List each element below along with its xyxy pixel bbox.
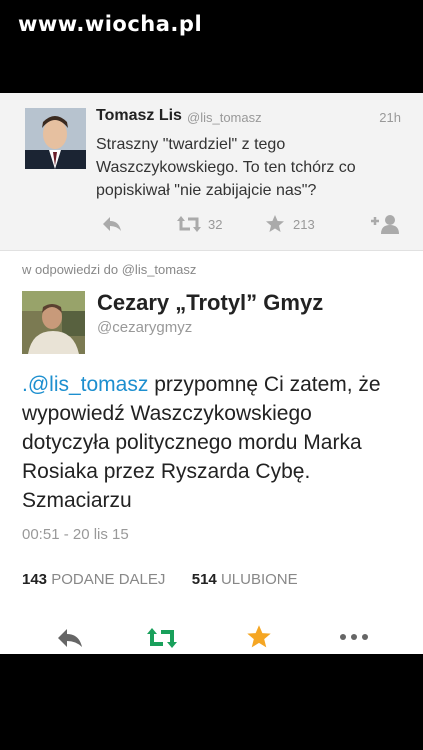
tweet-timestamp: 00:51 - 20 lis 15 xyxy=(22,526,129,543)
reply-button[interactable] xyxy=(56,627,84,649)
tweet-actions: 32 213 xyxy=(0,211,423,241)
reply-icon xyxy=(103,217,121,231)
reply-button[interactable] xyxy=(101,215,123,233)
avatar[interactable] xyxy=(22,291,85,354)
tweet-card: Tomasz Lis @lis_tomasz 21h Straszny "twa… xyxy=(0,93,423,654)
tweet-actions xyxy=(0,621,423,653)
tweet-text-line: .@lis_tomasz przypomnę Ci zatem, że xyxy=(22,370,412,399)
avatar[interactable] xyxy=(25,108,86,169)
tweet-text: Straszny "twardziel" z tego Waszczykowsk… xyxy=(96,133,406,202)
more-icon xyxy=(340,634,368,640)
reply-icon xyxy=(58,629,82,647)
tweet-stats: 143 PODANE DALEJ 514 ULUBIONE xyxy=(22,571,298,588)
author-name[interactable]: Tomasz Lis xyxy=(96,107,182,125)
tweet-text-line: wypowiedź Waszczykowskiego xyxy=(22,402,312,425)
author-handle[interactable]: @lis_tomasz xyxy=(187,110,262,125)
parent-tweet[interactable]: Tomasz Lis @lis_tomasz 21h Straszny "twa… xyxy=(0,93,423,251)
favorite-count[interactable]: 514 xyxy=(192,571,217,588)
retweet-button[interactable]: 32 xyxy=(176,215,222,233)
tweet-text-line: Szmaciarzu xyxy=(22,489,132,512)
tweet-text-line: Straszny "twardziel" z tego xyxy=(96,136,286,153)
tweet-text-line: Rosiaka przez Ryszarda Cybę. xyxy=(22,460,311,483)
tweet-text: .@lis_tomasz przypomnę Ci zatem, że wypo… xyxy=(22,370,412,515)
tweet-text-line: dotyczyła politycznego mordu Marka xyxy=(22,431,362,454)
retweet-count: 32 xyxy=(208,216,223,232)
retweet-label[interactable]: PODANE DALEJ xyxy=(51,571,165,588)
tweet-text-line: Waszczykowskiego. To ten tchórz co xyxy=(96,159,356,176)
favorite-count: 213 xyxy=(293,216,315,232)
follow-button[interactable] xyxy=(371,213,403,235)
star-icon xyxy=(266,215,284,232)
author-handle[interactable]: @cezarygmyz xyxy=(97,319,192,336)
tweet-time: 21h xyxy=(379,110,401,125)
retweet-icon xyxy=(147,628,177,648)
retweet-icon xyxy=(177,216,201,232)
favorite-button[interactable]: 213 xyxy=(265,214,315,234)
reply-context[interactable]: w odpowiedzi do @lis_tomasz xyxy=(22,262,196,277)
tweet-text-line: popiskiwał "nie zabijajcie nas"? xyxy=(96,182,317,199)
favorite-label[interactable]: ULUBIONE xyxy=(221,571,298,588)
tweet-text-fragment: przypomnę Ci zatem, że xyxy=(148,373,381,396)
author-name[interactable]: Cezary „Trotyl” Gmyz xyxy=(97,290,323,316)
retweet-count[interactable]: 143 xyxy=(22,571,47,588)
more-button[interactable] xyxy=(339,633,369,641)
watermark: www.wiocha.pl xyxy=(18,12,203,36)
follow-icon xyxy=(371,215,399,234)
star-icon xyxy=(247,625,271,648)
mention-link[interactable]: .@lis_tomasz xyxy=(22,373,148,396)
favorite-button[interactable] xyxy=(246,624,272,650)
retweet-button[interactable] xyxy=(146,627,178,649)
